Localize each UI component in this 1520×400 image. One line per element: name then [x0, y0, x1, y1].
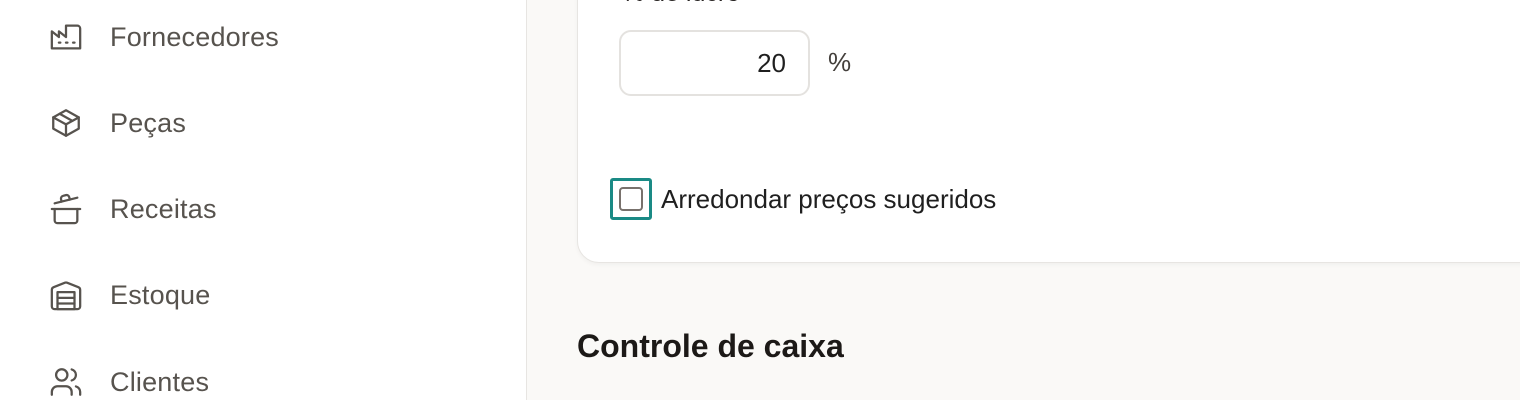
package-icon [48, 105, 84, 141]
checkbox-box [619, 187, 643, 211]
round-prices-checkbox[interactable] [610, 178, 652, 220]
sidebar-item-label: Receitas [110, 193, 217, 224]
cooking-pot-icon [48, 191, 84, 227]
sidebar-item-clientes[interactable]: Clientes [48, 362, 488, 400]
pricing-settings-card: % de lucro % Arredondar preços sugeridos [577, 0, 1520, 263]
round-prices-label[interactable]: Arredondar preços sugeridos [661, 184, 996, 215]
factory-icon [48, 19, 84, 55]
sidebar-item-fornecedores[interactable]: Fornecedores [48, 17, 488, 57]
sidebar: Fornecedores Peças Receitas Estoque Clie… [0, 0, 527, 400]
sidebar-item-receitas[interactable]: Receitas [48, 189, 488, 229]
sidebar-item-estoque[interactable]: Estoque [48, 275, 488, 315]
sidebar-item-label: Peças [110, 107, 187, 138]
profit-percent-label: % de lucro [622, 0, 740, 8]
sidebar-item-label: Fornecedores [110, 21, 279, 52]
sidebar-item-pecas[interactable]: Peças [48, 103, 488, 143]
app: Fornecedores Peças Receitas Estoque Clie… [0, 0, 1520, 400]
percent-unit: % [828, 47, 852, 77]
round-prices-option[interactable]: Arredondar preços sugeridos [610, 178, 996, 220]
profit-percent-input[interactable] [619, 30, 810, 96]
users-icon [48, 364, 84, 400]
cash-control-title: Controle de caixa [577, 328, 844, 364]
sidebar-item-label: Clientes [110, 366, 210, 397]
sidebar-item-label: Estoque [110, 279, 211, 310]
main-content: % de lucro % Arredondar preços sugeridos… [528, 0, 1520, 400]
warehouse-icon [48, 277, 84, 313]
